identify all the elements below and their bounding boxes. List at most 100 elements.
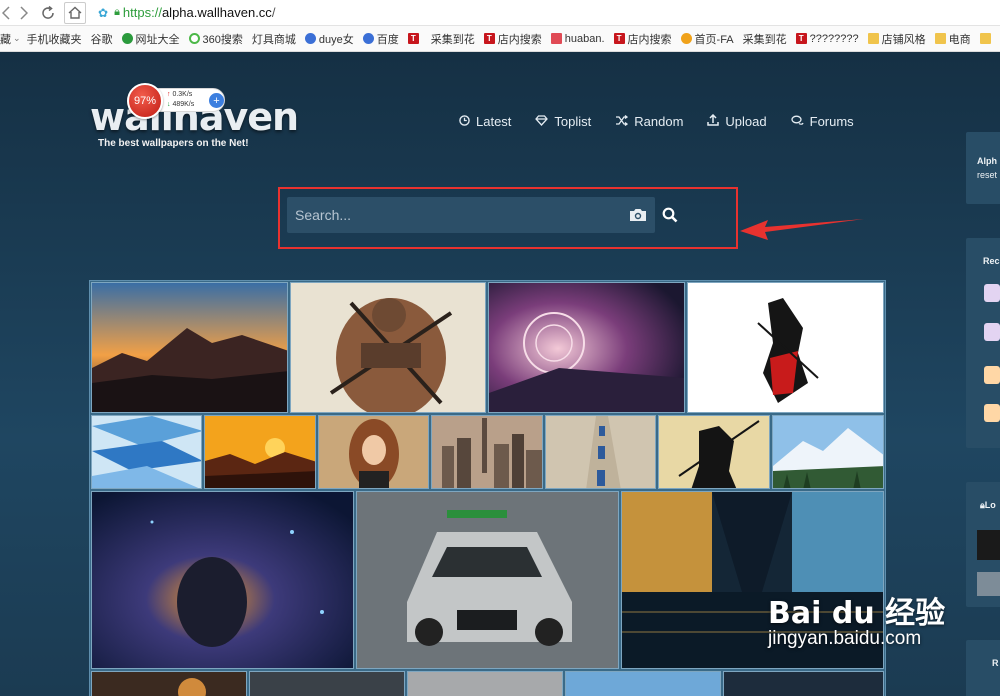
bookmark-item[interactable]: duye女 — [304, 31, 354, 47]
bottom-panel: R — [966, 640, 1000, 696]
bookmark-item[interactable]: 手机收藏夹 — [27, 31, 82, 47]
main-nav: Latest Toplist Random Upload Forums — [459, 113, 878, 129]
chevron-left-icon — [2, 5, 10, 20]
login-button[interactable] — [977, 572, 1000, 596]
wallpaper-thumbnail[interactable] — [488, 282, 685, 413]
bookmark-item[interactable]: 百度 — [362, 31, 399, 47]
city-skyline-image — [432, 416, 542, 488]
nav-latest[interactable]: Latest — [459, 114, 511, 129]
bookmark-item[interactable]: huaban. — [550, 33, 605, 45]
search-icon — [662, 207, 678, 223]
browser-address-bar: ✿ 🔒︎ https://alpha.wallhaven.cc / — [0, 0, 1000, 26]
recent-label: Rec — [983, 256, 1000, 266]
nav-label: Random — [634, 114, 684, 129]
wallpaper-thumbnail[interactable] — [290, 282, 486, 413]
thumbnail-image — [408, 672, 562, 696]
bookmark-label: 谷歌 — [90, 33, 113, 46]
user-sub[interactable]: reset — [977, 170, 997, 180]
speed-widget[interactable]: 97% ↑ 0.3K/s ↓ 489K/s + — [127, 83, 227, 119]
chevron-right-icon — [20, 5, 28, 20]
bookmark-item[interactable]: 采集到花 — [743, 31, 787, 47]
search-button[interactable] — [660, 205, 680, 225]
mountain-sunset-image — [92, 283, 287, 412]
bookmark-item[interactable]: 采集到花 — [431, 31, 475, 47]
wallpaper-thumbnail[interactable] — [91, 282, 288, 413]
reload-button[interactable] — [36, 1, 60, 25]
bookmark-label: 电商 — [948, 33, 971, 46]
sci-fi-space-image — [489, 283, 684, 412]
nav-toplist[interactable]: Toplist — [535, 114, 591, 129]
bookmark-item[interactable]: 电商 — [934, 31, 971, 47]
folder-icon — [979, 33, 991, 44]
wallpaper-thumbnail[interactable] — [249, 671, 405, 696]
wallpaper-thumbnail[interactable] — [91, 415, 202, 489]
wallpaper-thumbnail[interactable] — [407, 671, 563, 696]
bookmark-label: 百度 — [376, 33, 399, 46]
watermark-brand: Bai du 经验 — [768, 596, 946, 631]
watermark-url: jingyan.baidu.com — [768, 628, 922, 649]
search-input[interactable] — [287, 197, 621, 233]
username-field[interactable] — [977, 530, 1000, 560]
bookmark-item[interactable]: T — [407, 33, 422, 44]
bookmark-item[interactable]: 首页-FA — [680, 31, 734, 47]
url-path: / — [271, 5, 276, 20]
avatar[interactable] — [984, 323, 1000, 341]
folder-icon — [867, 33, 879, 44]
red-t-icon: T — [613, 33, 625, 44]
nav-random[interactable]: Random — [615, 114, 683, 129]
baidu-watermark: Bai du 经验 jingyan.baidu.com — [768, 588, 946, 649]
avatar[interactable] — [984, 404, 1000, 422]
wallpaper-thumbnail[interactable] — [91, 671, 247, 696]
chat-icon — [790, 115, 804, 129]
wallpaper-thumbnail[interactable] — [565, 671, 721, 696]
bookmark-item[interactable] — [979, 33, 994, 44]
wallpaper-thumbnail[interactable] — [687, 282, 884, 413]
nav-forums[interactable]: Forums — [790, 114, 854, 129]
wallpaper-thumbnail[interactable] — [318, 415, 429, 489]
ninja-silhouette-image — [659, 416, 769, 488]
red-t-icon: T — [795, 33, 807, 44]
bookmark-item[interactable]: 店铺风格 — [867, 31, 926, 47]
login-label-text: Lo — [984, 500, 996, 510]
back-button[interactable] — [0, 1, 12, 25]
bookmark-item[interactable]: 360搜索 — [188, 31, 243, 47]
nav-upload[interactable]: Upload — [707, 113, 767, 129]
recent-panel: Rec — [966, 238, 1000, 448]
bookmark-item[interactable]: T???????? — [795, 33, 859, 45]
wallpaper-thumbnail[interactable] — [204, 415, 316, 489]
bookmark-item[interactable]: 网址大全 — [121, 31, 180, 47]
wallpaper-thumbnail[interactable] — [723, 671, 884, 696]
avatar[interactable] — [984, 366, 1000, 384]
wallpaper-thumbnail[interactable] — [431, 415, 543, 489]
snowy-mountain-image — [773, 416, 883, 488]
wallpaper-thumbnail[interactable] — [91, 491, 354, 669]
avatar[interactable] — [984, 284, 1000, 302]
reload-icon — [42, 5, 54, 19]
lock-icon: 🔒︎ — [114, 6, 120, 18]
bookmark-overflow[interactable]: 藏 ⌄ — [0, 31, 21, 47]
plus-icon[interactable]: + — [209, 93, 224, 108]
url-field[interactable]: ✿ 🔒︎ https://alpha.wallhaven.cc / — [98, 5, 275, 20]
bookmark-item[interactable]: 谷歌 — [91, 31, 113, 47]
speed-percent: 97% — [127, 83, 163, 119]
bookmark-item[interactable]: 灯具商城 — [252, 31, 296, 47]
wallpaper-thumbnail[interactable] — [658, 415, 770, 489]
folder-icon — [934, 33, 946, 44]
paw-icon — [362, 33, 374, 44]
bookmark-label: 采集到花 — [430, 33, 475, 46]
forward-button[interactable] — [12, 1, 36, 25]
bookmark-item[interactable]: T 店内搜索 — [483, 31, 542, 47]
red-t-icon: T — [483, 33, 495, 44]
wallpaper-thumbnail[interactable] — [545, 415, 656, 489]
image-search-button[interactable] — [621, 197, 655, 233]
pink-icon — [550, 33, 562, 44]
user-panel: Alph reset — [966, 132, 1000, 204]
shield-icon: ✿ — [98, 5, 109, 20]
upload-value: 0.3K/s — [172, 91, 193, 98]
search-box — [287, 197, 655, 233]
bookmark-item[interactable]: T 店内搜索 — [613, 31, 672, 47]
wallpaper-thumbnail[interactable] — [772, 415, 884, 489]
wallpaper-thumbnail[interactable] — [356, 491, 619, 669]
home-button[interactable] — [64, 1, 86, 24]
user-name[interactable]: Alph — [977, 156, 997, 166]
